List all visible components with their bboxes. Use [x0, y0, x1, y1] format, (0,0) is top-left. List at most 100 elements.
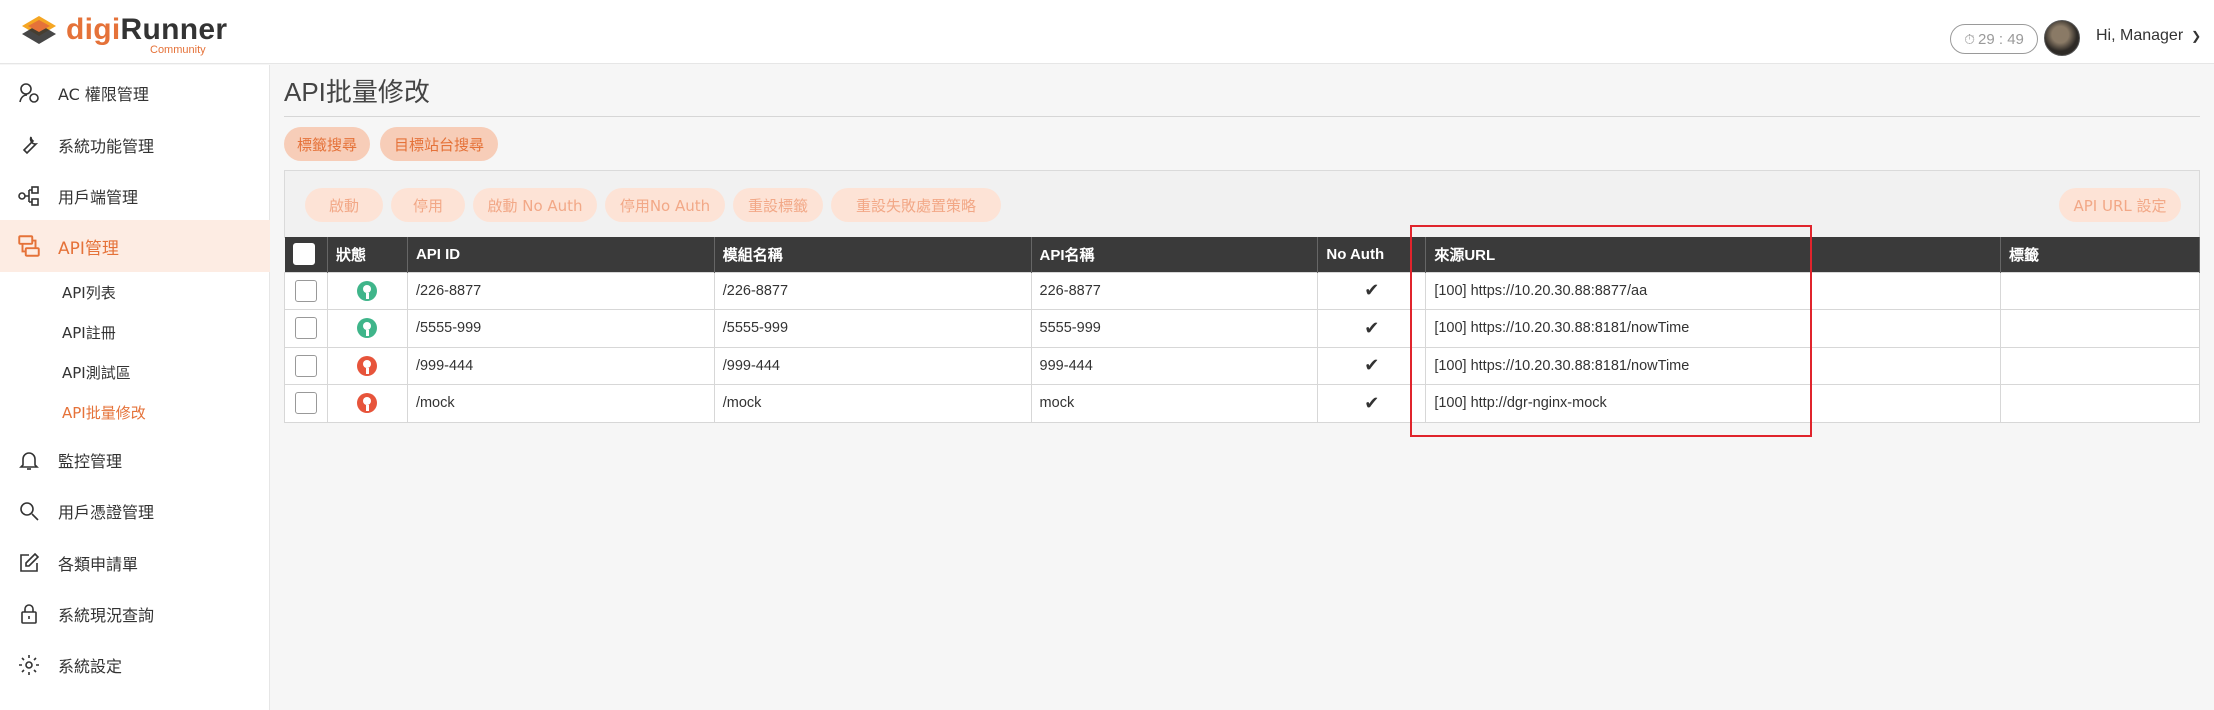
bell-icon	[16, 447, 42, 473]
logo-mark-icon	[20, 14, 58, 48]
top-bar: digiRunner Community ⏱ 29 : 49 Hi, Manag…	[0, 0, 2214, 64]
tab-target-site-search[interactable]: 目標站台搜尋	[380, 127, 498, 161]
status-disabled-icon	[357, 355, 378, 376]
api-name-cell: 5555-999	[1030, 309, 1319, 348]
col-api-id[interactable]: API ID	[407, 237, 715, 272]
tab-tag-search[interactable]: 標籤搜尋	[284, 127, 370, 161]
api-url-settings-button[interactable]: API URL 設定	[2059, 188, 2181, 222]
enable-no-auth-button[interactable]: 啟動 No Auth	[473, 188, 597, 222]
sidebar-item-system-settings[interactable]: 系統設定	[0, 640, 270, 690]
row-select-cell	[284, 309, 328, 348]
enable-button[interactable]: 啟動	[305, 188, 383, 222]
api-id-cell: /226-8877	[406, 271, 715, 310]
select-all-cell	[284, 237, 328, 272]
sidebar-item-system-function[interactable]: 系統功能管理	[0, 120, 270, 170]
sidebar-item-label: 系統現況查詢	[58, 606, 155, 625]
lock-icon	[16, 601, 42, 627]
gear-icon	[16, 652, 42, 678]
table-row[interactable]: /999-444 /999-444 999-444 ✔ [100] https:…	[284, 346, 2200, 385]
sidebar-sub-api-list[interactable]: API列表	[62, 277, 116, 307]
select-all-checkbox[interactable]	[292, 243, 315, 266]
tag-cell	[2000, 271, 2200, 310]
sidebar-item-label: 各類申請單	[58, 555, 139, 574]
page-title: API批量修改	[284, 77, 430, 107]
tag-cell	[2000, 384, 2200, 423]
tag-cell	[2000, 309, 2200, 348]
module-cell: /226-8877	[713, 271, 1032, 310]
row-select-cell	[284, 271, 328, 310]
table-row[interactable]: /226-8877 /226-8877 226-8877 ✔ [100] htt…	[284, 271, 2200, 310]
sidebar-item-applications[interactable]: 各類申請單	[0, 538, 270, 588]
row-checkbox[interactable]	[294, 317, 317, 340]
user-menu[interactable]: Hi, Manager ❯	[2096, 27, 2201, 45]
status-cell	[326, 309, 408, 348]
api-icon	[16, 233, 42, 259]
sidebar-sub-api-batch-edit[interactable]: API批量修改	[62, 397, 146, 427]
search-icon	[16, 498, 42, 524]
sidebar-sub-api-test[interactable]: API測試區	[62, 357, 131, 387]
row-checkbox[interactable]	[294, 279, 317, 302]
sidebar-item-client[interactable]: 用戶端管理	[0, 171, 270, 221]
logo[interactable]: digiRunner Community	[20, 13, 228, 56]
row-select-cell	[284, 346, 328, 385]
table-row[interactable]: /5555-999 /5555-999 5555-999 ✔ [100] htt…	[284, 309, 2200, 348]
sidebar-item-label: 用戶憑證管理	[58, 503, 155, 522]
wrench-icon	[16, 132, 42, 158]
sidebar-item-ac-permission[interactable]: AC 權限管理	[0, 68, 270, 118]
tag-cell	[2000, 346, 2200, 385]
row-checkbox[interactable]	[294, 354, 317, 377]
sidebar-item-system-status[interactable]: 系統現況查詢	[0, 589, 270, 639]
session-timer[interactable]: ⏱ 29 : 49	[1950, 24, 2038, 54]
greeting-text: Hi, Manager	[2096, 27, 2184, 44]
reset-tags-button[interactable]: 重設標籤	[733, 188, 823, 222]
table-row[interactable]: /mock /mock mock ✔ [100] http://dgr-ngin…	[284, 384, 2200, 423]
table-header-row: 狀態 API ID 模組名稱 API名稱 No Auth 來源URL 標籤	[284, 237, 2200, 272]
source-url-highlight-box	[1410, 225, 1812, 437]
avatar[interactable]	[2044, 20, 2080, 56]
api-id-cell: /999-444	[406, 346, 715, 385]
module-cell: /5555-999	[713, 309, 1032, 348]
title-divider	[284, 116, 2200, 117]
sidebar-item-label: API管理	[58, 238, 119, 259]
client-nodes-icon	[16, 183, 42, 209]
status-cell	[326, 346, 408, 385]
status-enabled-icon	[357, 318, 378, 339]
row-checkbox[interactable]	[294, 392, 317, 415]
api-name-cell: 226-8877	[1030, 271, 1319, 310]
edit-icon	[16, 550, 42, 576]
sidebar: AC 權限管理 系統功能管理 用戶端管理 API管理 API列表 API註冊 A…	[0, 65, 270, 710]
col-module-name[interactable]: 模組名稱	[714, 237, 1032, 272]
sidebar-sub-api-register[interactable]: API註冊	[62, 317, 116, 347]
col-status[interactable]: 狀態	[327, 237, 408, 272]
status-disabled-icon	[357, 393, 378, 414]
action-toolbar: 啟動 停用 啟動 No Auth 停用No Auth 重設標籤 重設失敗處置策略…	[284, 170, 2200, 238]
disable-button[interactable]: 停用	[391, 188, 465, 222]
reset-failure-policy-button[interactable]: 重設失敗處置策略	[831, 188, 1001, 222]
col-api-name[interactable]: API名稱	[1031, 237, 1319, 272]
api-id-cell: /mock	[406, 384, 715, 423]
user-permission-icon	[16, 80, 42, 106]
row-select-cell	[284, 384, 328, 423]
sidebar-item-label: 系統功能管理	[58, 137, 155, 156]
status-cell	[326, 384, 408, 423]
status-cell	[326, 271, 408, 310]
sidebar-item-user-credentials[interactable]: 用戶憑證管理	[0, 486, 270, 536]
sidebar-item-label: AC 權限管理	[58, 85, 149, 104]
sidebar-item-api-management[interactable]: API管理	[0, 220, 270, 272]
sidebar-item-label: 系統設定	[58, 657, 123, 676]
sidebar-item-label: 用戶端管理	[58, 188, 139, 207]
logo-runner: Runner	[120, 13, 228, 46]
api-id-cell: /5555-999	[406, 309, 715, 348]
api-name-cell: mock	[1030, 384, 1319, 423]
timer-value: 29 : 49	[1978, 30, 2024, 48]
sidebar-item-monitoring[interactable]: 監控管理	[0, 435, 270, 485]
logo-digi: digi	[66, 13, 121, 46]
api-table: 狀態 API ID 模組名稱 API名稱 No Auth 來源URL 標籤 /2…	[284, 237, 2200, 423]
stopwatch-icon: ⏱	[1964, 30, 1976, 47]
disable-no-auth-button[interactable]: 停用No Auth	[605, 188, 725, 222]
col-tags[interactable]: 標籤	[2000, 237, 2200, 272]
sidebar-item-label: 監控管理	[58, 452, 123, 471]
module-cell: /mock	[713, 384, 1032, 423]
api-name-cell: 999-444	[1030, 346, 1319, 385]
status-enabled-icon	[357, 280, 378, 301]
